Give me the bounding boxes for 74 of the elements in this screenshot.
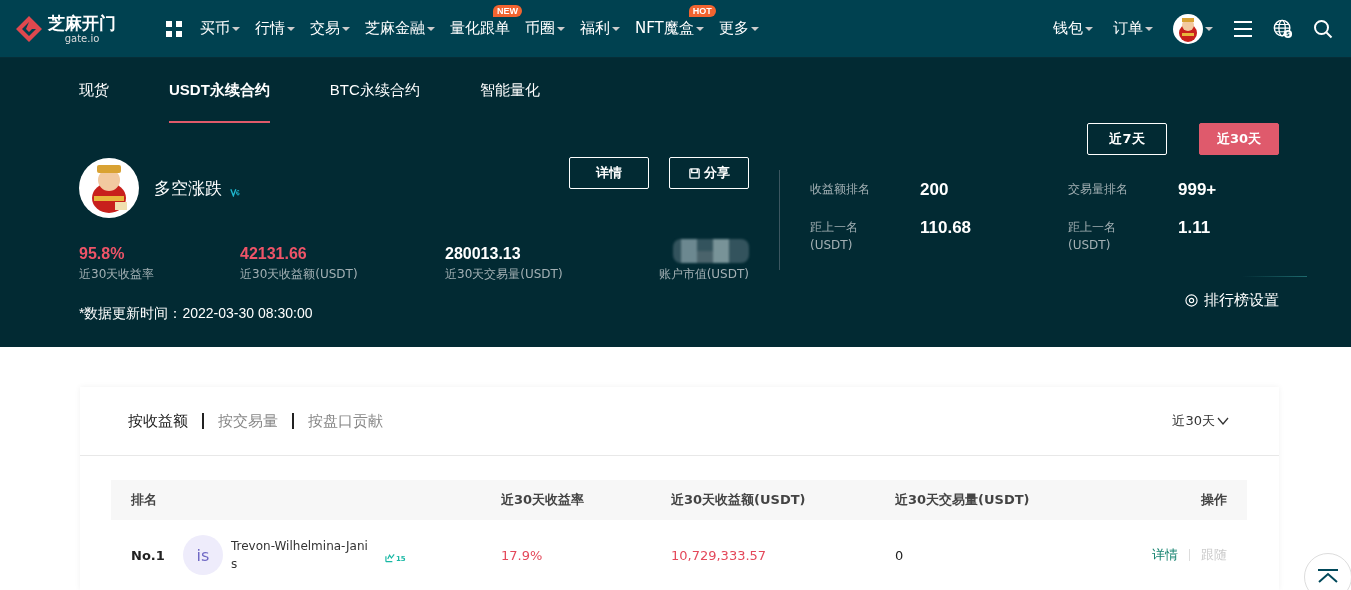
rank-label: 收益额排名 bbox=[810, 181, 871, 198]
rank-label: 距上一名 bbox=[810, 219, 859, 236]
share-icon bbox=[688, 167, 700, 179]
logo-name: 芝麻开门 bbox=[48, 12, 116, 33]
nav-menu-item[interactable]: 芝麻金融 bbox=[365, 19, 435, 38]
column-header: 排名 bbox=[130, 491, 158, 509]
caret-icon bbox=[1145, 26, 1153, 31]
leaderboard-settings-link[interactable]: 排行榜设置 bbox=[1185, 291, 1279, 310]
user-name: 多空涨跌 bbox=[154, 176, 222, 200]
column-header: 操作 bbox=[1200, 491, 1228, 509]
stat-value: 280013.13 bbox=[445, 245, 522, 263]
ranking-tab[interactable]: 按盘口贡献 bbox=[308, 411, 383, 431]
trader-name: Trevon-Wilhelmina-Janis bbox=[231, 538, 369, 573]
market-tab[interactable]: 智能量化 bbox=[479, 58, 540, 123]
period-button[interactable]: 近7天 bbox=[1087, 123, 1167, 155]
market-tab[interactable]: 现货 bbox=[79, 58, 109, 123]
rank-unit: (USDT) bbox=[810, 237, 854, 254]
caret-icon bbox=[1085, 26, 1093, 31]
stat-label: 账户市值(USDT) bbox=[658, 266, 749, 283]
rank-label: 距上一名 bbox=[1068, 219, 1117, 236]
period-button[interactable]: 近30天 bbox=[1199, 123, 1279, 155]
profile-button[interactable]: 分享 bbox=[669, 157, 749, 189]
rank-value: 999+ bbox=[1178, 180, 1217, 200]
nav-menu-item[interactable]: 钱包 bbox=[1053, 19, 1093, 38]
settings-icon bbox=[1185, 294, 1198, 307]
back-to-top-icon bbox=[1316, 568, 1340, 584]
nav-badge: NEW bbox=[493, 5, 522, 17]
table-cell-text: 10,729,333.57 bbox=[671, 547, 768, 563]
menu-icon[interactable] bbox=[1233, 18, 1253, 39]
ranking-tab[interactable]: 按交易量 bbox=[218, 411, 278, 431]
period-dropdown[interactable]: 近30天 bbox=[1172, 412, 1229, 430]
nav-menu-item[interactable]: 交易 bbox=[310, 19, 350, 38]
nav-menu-item[interactable]: 行情 bbox=[255, 19, 295, 38]
apps-grid-icon[interactable] bbox=[166, 20, 182, 37]
nav-menu-item[interactable]: 更多 bbox=[718, 19, 759, 38]
stat-label: 近30天收益额(USDT) bbox=[240, 266, 359, 283]
rank-value: 200 bbox=[920, 180, 949, 200]
table-cell-text: 17.9% bbox=[501, 547, 544, 563]
nav-badge: HOT bbox=[688, 5, 716, 17]
rank-value: 1.11 bbox=[1178, 218, 1211, 239]
nav-menu-item[interactable]: 买币 bbox=[200, 19, 240, 38]
column-header: 近30天收益额(USDT) bbox=[671, 491, 807, 509]
logo-subtitle: gate.io bbox=[64, 32, 100, 45]
nav-menu-item[interactable]: 福利 bbox=[580, 19, 620, 38]
ranking-tab[interactable]: 按收益额 bbox=[128, 411, 188, 431]
update-time: *数据更新时间：2022-03-30 08:30:00 bbox=[79, 305, 314, 323]
nav-menu-item[interactable]: 币圈 bbox=[525, 19, 565, 38]
nav-menu-item[interactable]: NFT魔盒 bbox=[635, 19, 704, 38]
rank-unit: (USDT) bbox=[1068, 237, 1112, 254]
row-action-link[interactable]: 详情 bbox=[1152, 546, 1178, 564]
caret-icon[interactable] bbox=[1205, 26, 1213, 31]
stat-label: 近30天收益率 bbox=[79, 266, 156, 283]
rank-label: 交易量排名 bbox=[1068, 181, 1129, 198]
nav-menu-item[interactable]: 订单 bbox=[1113, 19, 1153, 38]
table-cell-text: 0 bbox=[895, 547, 905, 563]
column-header: 近30天收益率 bbox=[501, 491, 586, 509]
rank-number: No.1 bbox=[131, 547, 166, 563]
chevron-down-icon bbox=[1217, 417, 1229, 425]
user-avatar: is bbox=[183, 535, 223, 575]
stat-label: 近30天交易量(USDT) bbox=[445, 266, 564, 283]
rank-value: 110.68 bbox=[920, 218, 972, 239]
market-tab[interactable]: BTC永续合约 bbox=[329, 58, 420, 123]
profile-button[interactable]: 详情 bbox=[569, 157, 649, 189]
language-globe-icon[interactable] bbox=[1273, 18, 1293, 39]
stat-value: 42131.66 bbox=[240, 245, 308, 263]
stat-value: 95.8% bbox=[79, 245, 126, 263]
level-icon bbox=[385, 553, 396, 563]
column-header: 近30天交易量(USDT) bbox=[895, 491, 1031, 509]
vip-level-icon bbox=[230, 187, 240, 197]
nav-menu-item[interactable]: 量化跟单 bbox=[450, 19, 510, 38]
logo-icon bbox=[14, 13, 44, 44]
search-icon[interactable] bbox=[1313, 18, 1333, 39]
back-to-top-button[interactable] bbox=[1304, 553, 1351, 590]
market-tab[interactable]: USDT永续合约 bbox=[169, 58, 270, 123]
